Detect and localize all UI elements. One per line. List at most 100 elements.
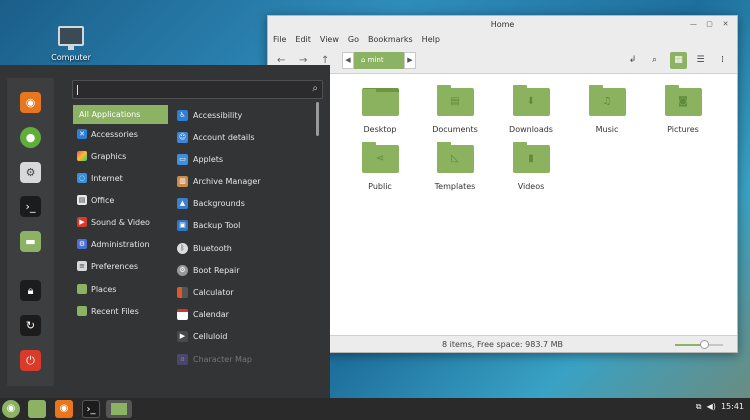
menu-file[interactable]: File xyxy=(273,33,286,47)
window-titlebar[interactable]: Home — ▢ ✕ xyxy=(268,16,737,33)
folder-label: Videos xyxy=(517,182,545,191)
app-account-details[interactable]: ☺ Account details xyxy=(177,128,255,147)
minimize-icon[interactable]: — xyxy=(688,19,699,30)
administration-icon: ⚙ xyxy=(77,239,87,249)
menu-edit[interactable]: Edit xyxy=(295,33,311,47)
folder-public[interactable]: ⋖ Public xyxy=(345,142,415,191)
app-label: Boot Repair xyxy=(193,266,240,275)
folder-desktop[interactable]: Desktop xyxy=(345,88,415,134)
logout-icon[interactable]: ↻ xyxy=(20,315,41,336)
menu-bookmarks[interactable]: Bookmarks xyxy=(368,33,413,47)
desktop-icon-computer[interactable]: Computer xyxy=(50,26,92,62)
search-input[interactable]: ⌕ xyxy=(72,80,323,99)
clock[interactable]: 15:41 xyxy=(721,402,744,411)
volume-icon[interactable]: ◀) xyxy=(707,402,716,411)
folder-documents[interactable]: ▤ Documents xyxy=(420,85,490,134)
accessories-icon: ✕ xyxy=(77,129,87,139)
category-administration[interactable]: ⚙ Administration xyxy=(73,235,168,254)
system-tray: ⧉ ◀) 15:41 xyxy=(696,402,744,412)
terminal-icon[interactable]: ›_ xyxy=(20,196,41,217)
list-view-icon[interactable]: ☰ xyxy=(692,52,709,69)
close-icon[interactable]: ✕ xyxy=(720,19,731,30)
folder-icon xyxy=(361,88,399,116)
lock-icon[interactable]: 🔒︎ xyxy=(20,280,41,301)
settings-icon[interactable]: ⚙ xyxy=(20,162,41,183)
accessibility-icon: ♿︎ xyxy=(177,109,188,121)
folder-pictures[interactable]: ◙ Pictures xyxy=(648,85,718,134)
breadcrumb-next-icon[interactable]: ▶ xyxy=(404,52,416,69)
breadcrumb-home[interactable]: ⌂ mint xyxy=(354,52,404,69)
account-icon: ☺ xyxy=(177,131,188,143)
folder-icon xyxy=(111,403,127,415)
app-calculator[interactable]: Calculator xyxy=(177,283,234,302)
folder-label: Desktop xyxy=(363,125,397,134)
folder-templates[interactable]: ◺ Templates xyxy=(420,142,490,191)
firefox-launcher-icon[interactable]: ◉ xyxy=(55,400,73,418)
category-places[interactable]: Places xyxy=(73,280,168,299)
category-sound-video[interactable]: ▶ Sound & Video xyxy=(73,213,168,232)
application-menu: ◉ ● ⚙ ›_ ▬ 🔒︎ ↻ ⏻ ⌕ All Applications ✕ Ac… xyxy=(0,65,330,398)
breadcrumb-prev-icon[interactable]: ◀ xyxy=(342,52,354,69)
folder-label: Documents xyxy=(432,125,478,134)
network-icon[interactable]: ⧉ xyxy=(696,402,702,411)
breadcrumb: ◀ ⌂ mint ▶ xyxy=(342,52,416,69)
category-label: Places xyxy=(91,285,117,294)
compact-view-icon[interactable]: ⁞ xyxy=(714,52,731,69)
category-label: Recent Files xyxy=(91,307,139,316)
app-label: Archive Manager xyxy=(193,177,261,186)
app-calendar[interactable]: Calendar xyxy=(177,305,229,324)
app-backup-tool[interactable]: ▣ Backup Tool xyxy=(177,216,240,235)
files-icon[interactable]: ▬ xyxy=(20,231,41,252)
files-launcher-icon[interactable] xyxy=(28,400,46,418)
app-backgrounds[interactable]: ▲ Backgrounds xyxy=(177,194,245,213)
software-manager-icon[interactable]: ● xyxy=(20,127,41,148)
category-label: Accessories xyxy=(91,130,138,139)
app-accessibility[interactable]: ♿︎ Accessibility xyxy=(177,106,242,125)
terminal-launcher-icon[interactable]: ›_ xyxy=(82,400,100,418)
documents-folder-icon: ▤ xyxy=(436,85,474,116)
downloads-folder-icon: ⬇ xyxy=(512,85,550,116)
menu-go[interactable]: Go xyxy=(348,33,359,47)
category-recent-files[interactable]: Recent Files xyxy=(73,302,168,321)
places-icon xyxy=(77,284,87,294)
folder-downloads[interactable]: ⬇ Downloads xyxy=(496,85,566,134)
window-button-home[interactable] xyxy=(106,400,132,418)
app-archive-manager[interactable]: ▥ Archive Manager xyxy=(177,172,261,191)
category-preferences[interactable]: ≡ Preferences xyxy=(73,257,168,276)
menu-button-icon[interactable]: ◉ xyxy=(2,400,20,418)
menubar: File Edit View Go Bookmarks Help xyxy=(268,33,737,47)
templates-folder-icon: ◺ xyxy=(436,142,474,173)
app-character-map[interactable]: a Character Map xyxy=(177,350,252,369)
category-office[interactable]: ▤ Office xyxy=(73,191,168,210)
menu-help[interactable]: Help xyxy=(422,33,440,47)
power-icon[interactable]: ⏻ xyxy=(20,350,41,371)
app-applets[interactable]: ▭ Applets xyxy=(177,150,223,169)
app-label: Backgrounds xyxy=(193,199,245,208)
app-label: Applets xyxy=(193,155,224,164)
toolbar: ← → ↑ ◀ ⌂ mint ▶ ↲ ⌕ ▦ ☰ ⁞ xyxy=(268,47,737,74)
app-boot-repair[interactable]: ⚙ Boot Repair xyxy=(177,261,240,280)
firefox-icon[interactable]: ◉ xyxy=(20,92,41,113)
file-view: Desktop ▤ Documents ⬇ Downloads ♫ Music ◙ Pi… xyxy=(356,74,737,335)
category-graphics[interactable]: Graphics xyxy=(73,147,168,166)
zoom-slider-handle[interactable] xyxy=(699,340,709,349)
menu-view[interactable]: View xyxy=(320,33,339,47)
app-bluetooth[interactable]: ᛒ Bluetooth xyxy=(177,239,232,258)
character-map-icon: a xyxy=(177,353,188,365)
maximize-icon[interactable]: ▢ xyxy=(704,19,715,30)
folder-music[interactable]: ♫ Music xyxy=(572,85,642,134)
app-label: Account details xyxy=(193,133,255,142)
path-toggle-icon[interactable]: ↲ xyxy=(624,52,641,69)
folder-videos[interactable]: ▮ Videos xyxy=(496,142,566,191)
folder-label: Downloads xyxy=(509,125,553,134)
zoom-slider[interactable] xyxy=(675,340,723,349)
archive-icon: ▥ xyxy=(177,175,188,187)
search-icon[interactable]: ⌕ xyxy=(646,52,663,69)
apps-scrollbar[interactable] xyxy=(316,102,319,136)
category-label: Sound & Video xyxy=(91,218,150,227)
icon-view-icon[interactable]: ▦ xyxy=(670,52,687,69)
category-internet[interactable]: ◌ Internet xyxy=(73,169,168,188)
category-accessories[interactable]: ✕ Accessories xyxy=(73,125,168,144)
app-celluloid[interactable]: ▶ Celluloid xyxy=(177,327,227,346)
category-all-applications[interactable]: All Applications xyxy=(73,105,168,124)
